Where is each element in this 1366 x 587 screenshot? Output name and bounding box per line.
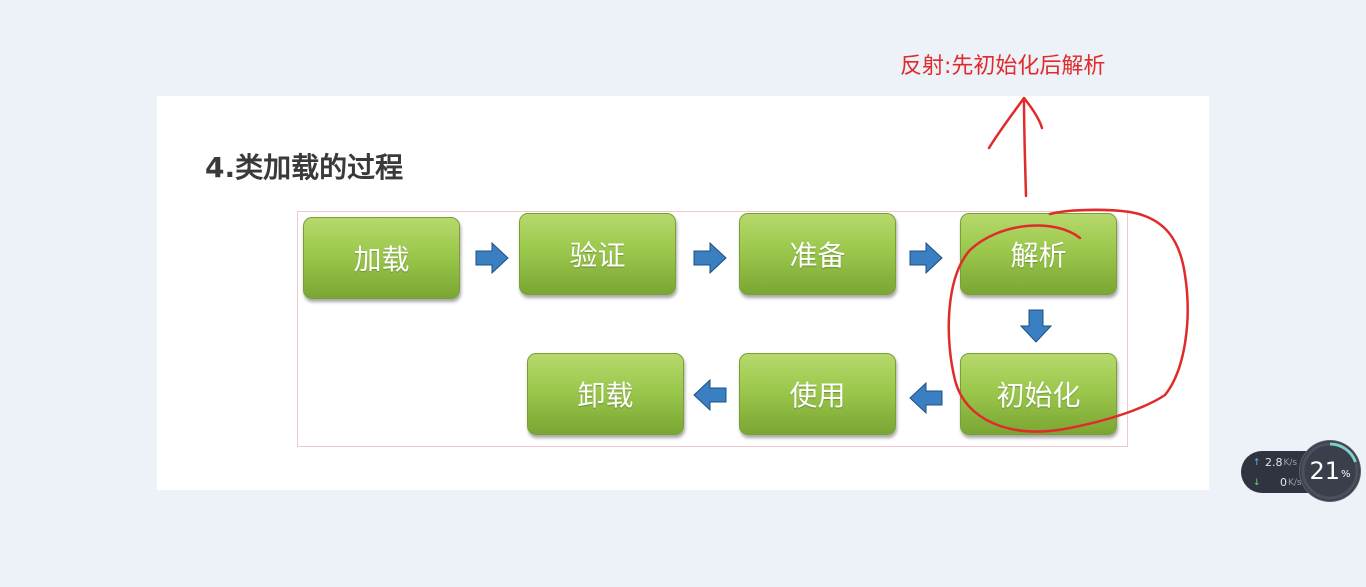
cpu-usage-value: 21% [1300, 441, 1360, 501]
step-prepare: 准备 [739, 213, 896, 295]
arrow-right-icon [909, 241, 943, 275]
annotation-text: 反射:先初始化后解析 [900, 54, 1106, 79]
upload-speed: 2.8 [1265, 456, 1283, 469]
download-speed: 0 [1280, 476, 1287, 489]
arrow-left-icon [909, 381, 943, 415]
step-verify: 验证 [519, 213, 676, 295]
download-arrow-icon: ↓ [1253, 477, 1261, 488]
arrow-right-icon [693, 241, 727, 275]
step-resolve: 解析 [960, 213, 1117, 295]
upload-unit: K/s [1283, 457, 1298, 468]
step-unload: 卸载 [527, 353, 684, 435]
step-use: 使用 [739, 353, 896, 435]
arrow-left-icon [693, 378, 727, 412]
slide: 4.类加载的过程 加载 验证 准备 解析 初始化 使用 卸载 [157, 96, 1209, 490]
cpu-usage-unit: % [1341, 468, 1351, 480]
cpu-usage-dial[interactable]: 21% [1300, 441, 1360, 501]
cpu-usage-number: 21 [1309, 457, 1341, 485]
arrow-down-icon [1019, 309, 1053, 343]
slide-title: 4.类加载的过程 [205, 151, 404, 184]
step-load: 加载 [303, 217, 460, 299]
upload-arrow-icon: ↑ [1253, 457, 1261, 468]
step-initialize: 初始化 [960, 353, 1117, 435]
arrow-right-icon [475, 241, 509, 275]
